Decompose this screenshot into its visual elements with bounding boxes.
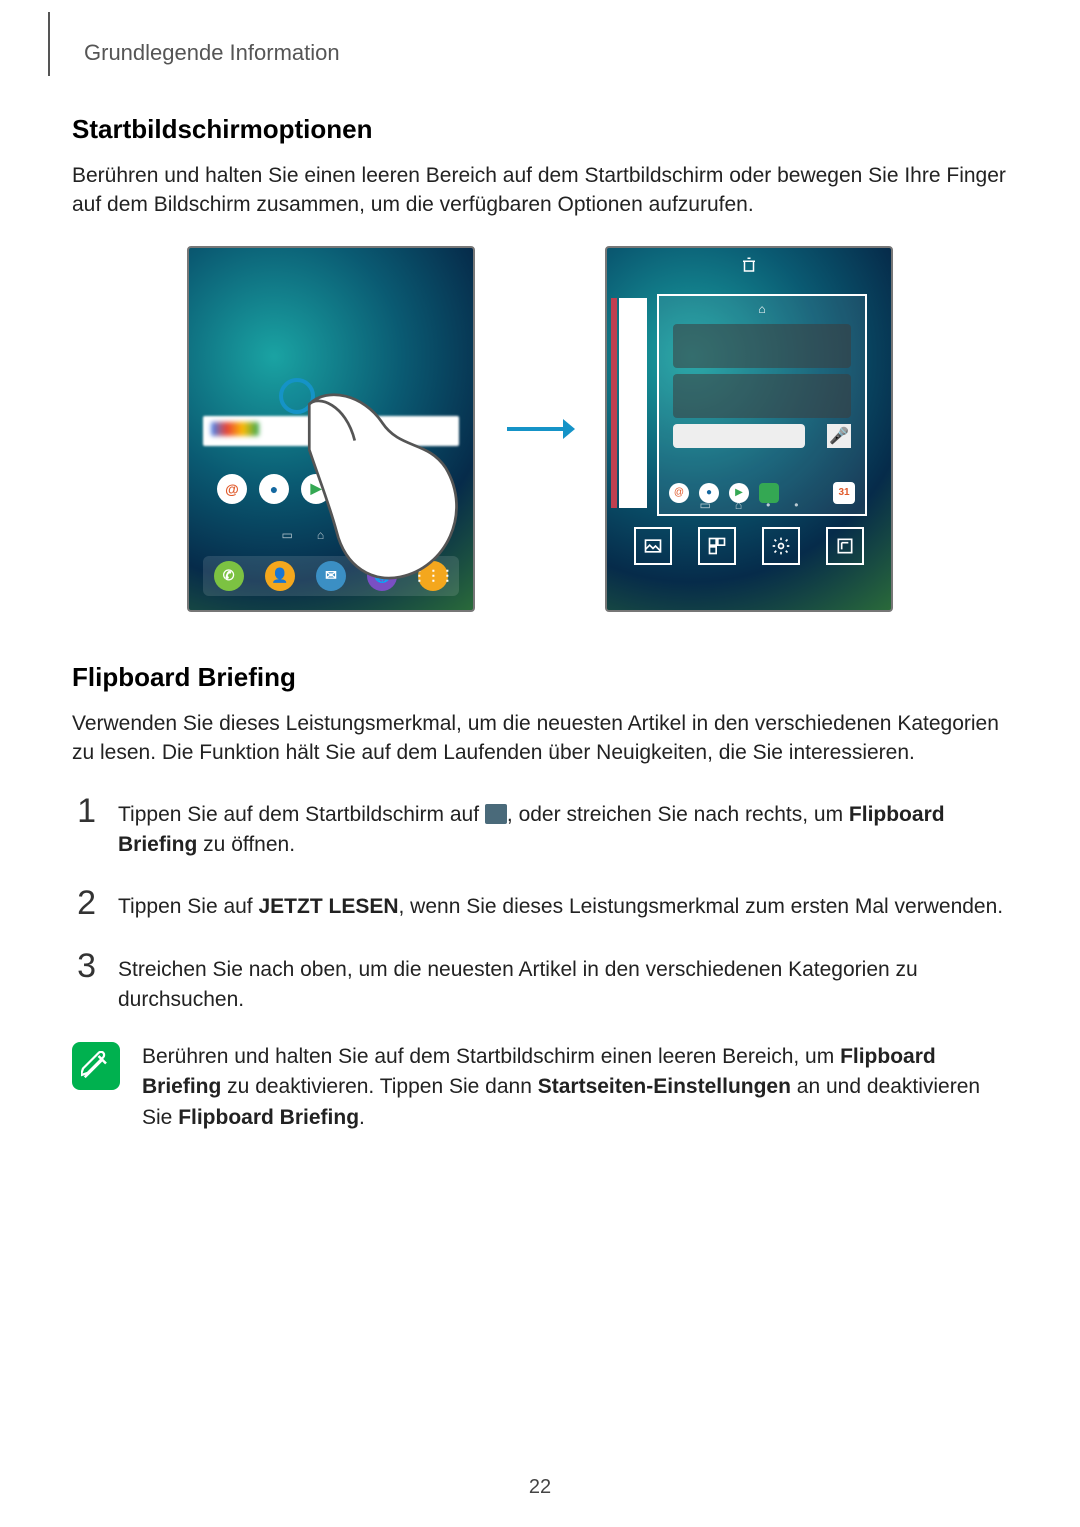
step-number: 3 bbox=[72, 949, 96, 983]
step-2: 2 Tippen Sie auf JETZT LESEN, wenn Sie d… bbox=[72, 886, 1008, 922]
flipboard-panel bbox=[619, 298, 647, 508]
home-indicator-icon: ⌂ bbox=[659, 302, 865, 316]
flipboard-tile-icon bbox=[485, 804, 507, 824]
section-body-2: Verwenden Sie dieses Leistungsmerkmal, u… bbox=[72, 709, 1008, 768]
home-screen-thumbnail: ⌂ 🎤 @ ● ▶ 31 bbox=[657, 294, 867, 516]
page-number: 22 bbox=[0, 1476, 1080, 1499]
note-icon bbox=[72, 1042, 120, 1090]
breadcrumb: Grundlegende Information bbox=[72, 40, 1008, 66]
finger-pointer-icon bbox=[279, 378, 469, 414]
step-3: 3 Streichen Sie nach oben, um die neuest… bbox=[72, 949, 1008, 1016]
phone-icon: ✆ bbox=[214, 561, 244, 591]
note-box: Berühren und halten Sie auf dem Startbil… bbox=[72, 1042, 1008, 1133]
camera-icon: ● bbox=[259, 474, 289, 504]
step-1: 1 Tippen Sie auf dem Startbildschirm auf… bbox=[72, 794, 1008, 861]
mic-icon: 🎤 bbox=[827, 424, 851, 448]
phone-home-screen: @ ● ▶ ▭⌂•• ✆ 👤 ✉ 🌐 ⋮⋮⋮ bbox=[187, 246, 475, 612]
section-title-2: Flipboard Briefing bbox=[72, 662, 1008, 693]
step-text: Tippen Sie auf JETZT LESEN, wenn Sie die… bbox=[118, 886, 1003, 922]
wallpapers-icon bbox=[634, 527, 672, 565]
settings-icon bbox=[762, 527, 800, 565]
arrow-right-icon bbox=[505, 416, 575, 442]
section-body-1: Berühren und halten Sie einen leeren Ber… bbox=[72, 161, 1008, 220]
step-number: 1 bbox=[72, 794, 96, 828]
step-text: Streichen Sie nach oben, um die neuesten… bbox=[118, 949, 1008, 1016]
figure-row: @ ● ▶ ▭⌂•• ✆ 👤 ✉ 🌐 ⋮⋮⋮ bbox=[72, 246, 1008, 612]
step-text: Tippen Sie auf dem Startbildschirm auf ,… bbox=[118, 794, 1008, 861]
phone-options-overlay: ⌂ 🎤 @ ● ▶ 31 ▭⌂•• bbox=[605, 246, 893, 612]
section-title-1: Startbildschirmoptionen bbox=[72, 114, 1008, 145]
trash-icon bbox=[607, 256, 891, 277]
options-row bbox=[621, 526, 877, 566]
note-text: Berühren und halten Sie auf dem Startbil… bbox=[142, 1042, 1008, 1133]
flipboard-icon bbox=[826, 527, 864, 565]
manual-page: Grundlegende Information Startbildschirm… bbox=[0, 0, 1080, 1527]
step-number: 2 bbox=[72, 886, 96, 920]
nav-dots-right: ▭⌂•• bbox=[607, 498, 891, 514]
widgets-icon bbox=[698, 527, 736, 565]
email-icon: @ bbox=[217, 474, 247, 504]
